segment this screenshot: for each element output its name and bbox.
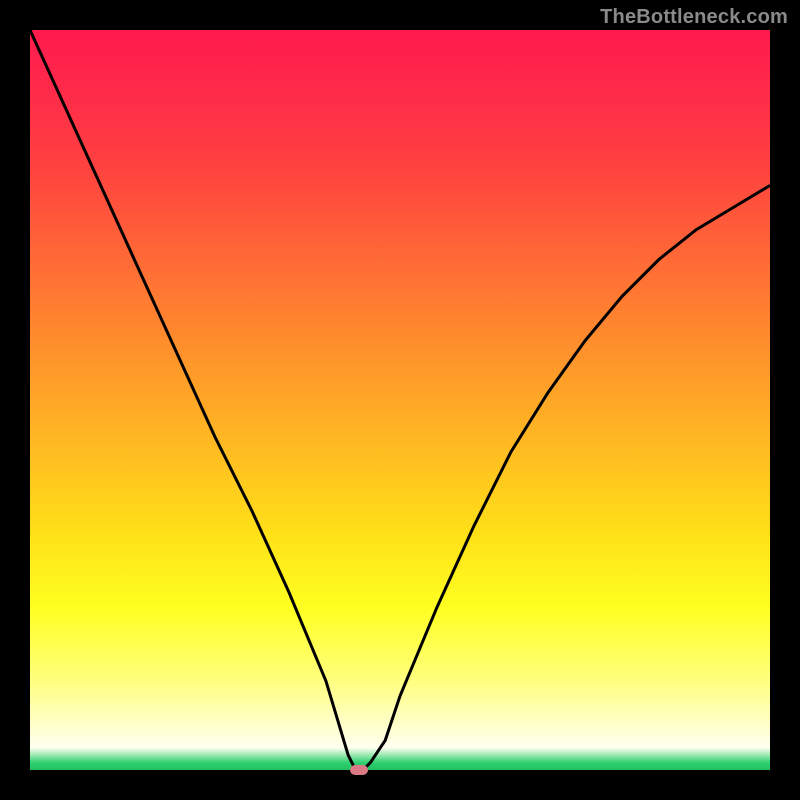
watermark-text: TheBottleneck.com — [600, 6, 788, 29]
curve-svg — [30, 30, 770, 770]
chart-container: TheBottleneck.com — [0, 0, 800, 800]
bottleneck-curve — [30, 30, 770, 770]
plot-area — [30, 30, 770, 770]
minimum-marker — [350, 765, 368, 775]
